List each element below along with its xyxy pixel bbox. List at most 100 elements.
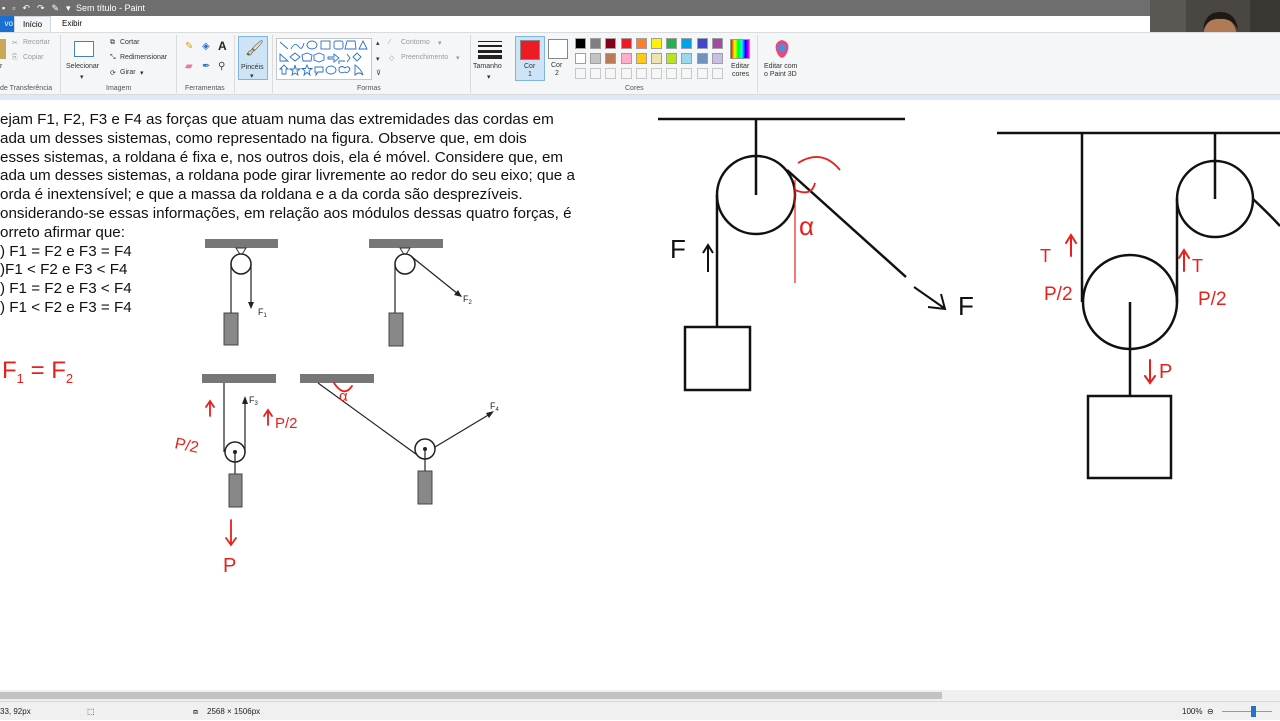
annotation-p-half: P/2 bbox=[173, 435, 200, 457]
palette-color-swatch[interactable] bbox=[696, 53, 708, 64]
outline-button[interactable]: Contorno bbox=[401, 39, 430, 46]
custom-color-slot[interactable] bbox=[666, 68, 678, 79]
size-icon[interactable] bbox=[478, 39, 502, 59]
color-picker-icon[interactable]: ✒ bbox=[202, 61, 210, 72]
shapes-expand-icon[interactable]: ⊽ bbox=[376, 69, 381, 77]
select-icon[interactable] bbox=[74, 41, 94, 57]
undo-icon[interactable]: ↶ bbox=[22, 0, 30, 16]
shapes-gallery[interactable] bbox=[276, 38, 372, 80]
custom-color-slot[interactable] bbox=[575, 68, 586, 79]
custom-color-slot[interactable] bbox=[651, 68, 662, 79]
rotate-icon[interactable]: ⟳ bbox=[110, 69, 116, 77]
outline-dropdown-icon[interactable]: ▾ bbox=[438, 39, 442, 47]
palette-color-swatch[interactable] bbox=[605, 53, 617, 64]
dropdown-icon[interactable]: ▾ bbox=[66, 0, 71, 16]
custom-color-slot[interactable] bbox=[696, 68, 708, 79]
horizontal-scrollbar[interactable] bbox=[0, 690, 1280, 701]
palette-color-swatch[interactable] bbox=[666, 38, 678, 49]
color1-button[interactable]: Cor 1 bbox=[515, 36, 545, 81]
scrollbar-thumb[interactable] bbox=[0, 692, 942, 699]
palette-color-swatch[interactable] bbox=[575, 53, 586, 64]
drawing-canvas[interactable]: ejam F1, F2, F3 e F4 as forças que atuam… bbox=[0, 100, 1280, 690]
custom-color-slot[interactable] bbox=[605, 68, 617, 79]
palette-color-swatch[interactable] bbox=[666, 53, 678, 64]
resize-button[interactable]: Redimensionar bbox=[120, 54, 167, 61]
color2-swatch[interactable] bbox=[548, 39, 568, 59]
paste-icon[interactable] bbox=[0, 39, 6, 59]
cut-icon[interactable]: ✂ bbox=[12, 39, 18, 47]
palette-color-swatch[interactable] bbox=[620, 38, 632, 49]
force-label-f2: F2 bbox=[463, 294, 473, 306]
annotation-p-half: P/2 bbox=[1044, 284, 1073, 305]
shapes-icon-grid bbox=[278, 39, 368, 77]
palette-color-swatch[interactable] bbox=[681, 53, 693, 64]
color1-label: Cor bbox=[524, 63, 536, 70]
fill-button[interactable]: Preenchimento bbox=[401, 54, 448, 61]
paint3d-button[interactable]: Editar com bbox=[764, 63, 797, 70]
custom-color-slot[interactable] bbox=[620, 68, 632, 79]
paint-app-icon: ▪ bbox=[2, 3, 6, 13]
palette-color-swatch[interactable] bbox=[575, 38, 586, 49]
custom-color-slot[interactable] bbox=[635, 68, 647, 79]
palette-color-swatch[interactable] bbox=[620, 53, 632, 64]
palette-color-swatch[interactable] bbox=[711, 38, 723, 49]
selection-icon: ⬚ bbox=[87, 707, 95, 716]
crop-button[interactable]: Cortar bbox=[120, 39, 139, 46]
custom-color-slot[interactable] bbox=[681, 68, 693, 79]
palette-color-swatch[interactable] bbox=[711, 53, 723, 64]
rotate-dropdown-icon[interactable]: ▾ bbox=[140, 69, 144, 77]
crop-icon[interactable]: ⧉ bbox=[110, 39, 115, 47]
force-arrow bbox=[913, 286, 947, 311]
palette-color-swatch[interactable] bbox=[605, 38, 617, 49]
paint3d-icon[interactable] bbox=[773, 39, 791, 59]
copy-button[interactable]: Copiar bbox=[23, 54, 44, 61]
tab-home[interactable]: Início bbox=[14, 16, 52, 32]
palette-color-swatch[interactable] bbox=[651, 38, 662, 49]
up-arrow bbox=[205, 399, 215, 417]
save-icon[interactable]: ▫ bbox=[12, 0, 15, 16]
palette-color-swatch[interactable] bbox=[696, 38, 708, 49]
text-tool-icon[interactable]: A bbox=[218, 39, 227, 53]
pencil-icon[interactable]: ✎ bbox=[52, 0, 60, 16]
zoom-slider-thumb[interactable] bbox=[1251, 706, 1256, 717]
tab-view[interactable]: Exibir bbox=[54, 16, 90, 32]
palette-color-swatch[interactable] bbox=[651, 53, 662, 64]
zoom-out-button[interactable]: ⊖ bbox=[1207, 702, 1214, 721]
zoom-slider[interactable] bbox=[1222, 711, 1272, 712]
select-button[interactable]: Selecionar bbox=[66, 63, 99, 70]
rope bbox=[317, 382, 421, 458]
palette-color-swatch[interactable] bbox=[635, 38, 647, 49]
custom-color-slot[interactable] bbox=[711, 68, 723, 79]
resize-icon[interactable]: ⤡ bbox=[110, 54, 116, 62]
paste-button[interactable]: r bbox=[0, 63, 2, 70]
fill-dropdown-icon[interactable]: ▾ bbox=[456, 54, 460, 62]
outline-icon[interactable]: ⁄ bbox=[389, 39, 390, 46]
magnifier-icon[interactable]: ⚲ bbox=[218, 61, 225, 72]
edit-colors-button[interactable]: Editar bbox=[731, 63, 749, 70]
select-dropdown-icon[interactable]: ▾ bbox=[80, 73, 84, 81]
brushes-button[interactable]: 🖌 Pincéis ▾ bbox=[238, 36, 268, 80]
cut-button[interactable]: Recortar bbox=[23, 39, 50, 46]
palette-color-swatch[interactable] bbox=[681, 38, 693, 49]
copy-icon[interactable]: ⎘ bbox=[12, 54, 18, 62]
edit-colors-icon[interactable] bbox=[730, 39, 750, 59]
size-dropdown-icon[interactable]: ▾ bbox=[487, 73, 491, 81]
tab-file[interactable]: vo bbox=[0, 16, 14, 32]
shapes-scroll-down-icon[interactable]: ▾ bbox=[376, 55, 380, 63]
custom-color-slot[interactable] bbox=[590, 68, 602, 79]
shapes-scroll-up-icon[interactable]: ▴ bbox=[376, 39, 380, 47]
palette-color-swatch[interactable] bbox=[590, 38, 602, 49]
canvas-dimensions: 2568 × 1506px bbox=[207, 707, 261, 716]
palette-color-swatch[interactable] bbox=[590, 53, 602, 64]
rotate-button[interactable]: Girar bbox=[120, 69, 136, 76]
fill-tool-icon[interactable]: ◈ bbox=[202, 41, 210, 52]
force-label-f3: F3 bbox=[249, 395, 259, 407]
palette-color-swatch[interactable] bbox=[635, 53, 647, 64]
eraser-tool-icon[interactable]: ▰ bbox=[185, 61, 193, 72]
size-button[interactable]: Tamanho bbox=[473, 63, 502, 70]
redo-icon[interactable]: ↷ bbox=[37, 0, 45, 16]
quick-access-toolbar: ▪ ▫ ↶ ↷ ✎ ▾ bbox=[2, 0, 71, 16]
pencil-tool-icon[interactable]: ✎ bbox=[185, 41, 193, 52]
big-diagram-movable-pulley bbox=[997, 131, 1280, 480]
fill-icon[interactable]: ◇ bbox=[389, 54, 394, 62]
